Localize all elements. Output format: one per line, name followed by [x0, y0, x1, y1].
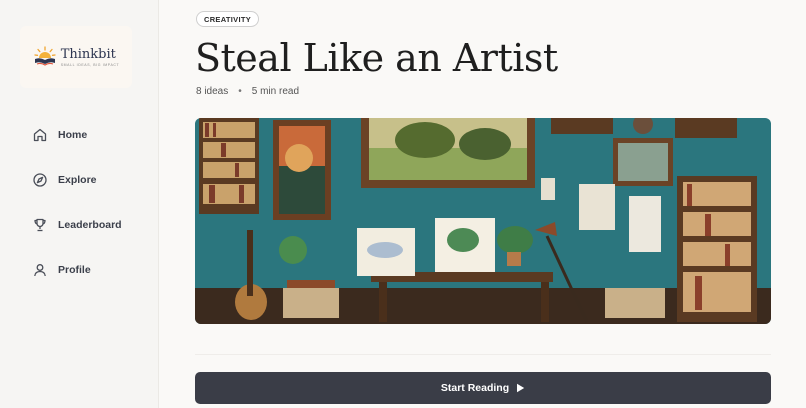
sidebar-item-profile[interactable]: Profile	[32, 259, 122, 281]
start-reading-button[interactable]: Start Reading	[195, 372, 771, 404]
sidebar-nav: Home Explore Leaderboard Profile	[32, 124, 122, 304]
start-reading-label: Start Reading	[440, 382, 510, 394]
sidebar: Thinkbit small ideas, big impact Home Ex…	[0, 0, 159, 408]
read-time: 5 min read	[251, 86, 300, 97]
sidebar-item-label: Leaderboard	[58, 219, 122, 231]
home-icon	[33, 128, 47, 142]
book-meta: 8 ideas • 5 min read	[196, 86, 299, 97]
sidebar-item-label: Profile	[58, 264, 91, 276]
cover-image	[195, 118, 771, 324]
sidebar-item-explore[interactable]: Explore	[32, 169, 122, 191]
sidebar-item-label: Home	[58, 129, 88, 141]
play-icon	[517, 383, 525, 393]
category-badge: CREATIVITY	[196, 11, 260, 27]
divider	[195, 354, 771, 355]
book-sun-logo-icon	[34, 46, 56, 66]
trophy-icon	[34, 218, 46, 232]
user-icon	[34, 264, 46, 277]
compass-icon	[33, 173, 47, 187]
artist-studio-illustration	[195, 118, 771, 324]
brand-name: Thinkbit	[60, 46, 116, 62]
brand-tagline: small ideas, big impact	[60, 62, 120, 67]
sidebar-item-label: Explore	[58, 174, 97, 186]
sidebar-item-home[interactable]: Home	[32, 124, 122, 146]
app: Thinkbit small ideas, big impact Home Ex…	[0, 0, 806, 408]
sidebar-item-leaderboard[interactable]: Leaderboard	[32, 214, 122, 236]
meta-separator: •	[238, 86, 242, 97]
ideas-count: 8 ideas	[196, 86, 229, 97]
brand-logo[interactable]: Thinkbit small ideas, big impact	[20, 26, 132, 88]
page-title: Steal Like an Artist	[195, 36, 558, 80]
